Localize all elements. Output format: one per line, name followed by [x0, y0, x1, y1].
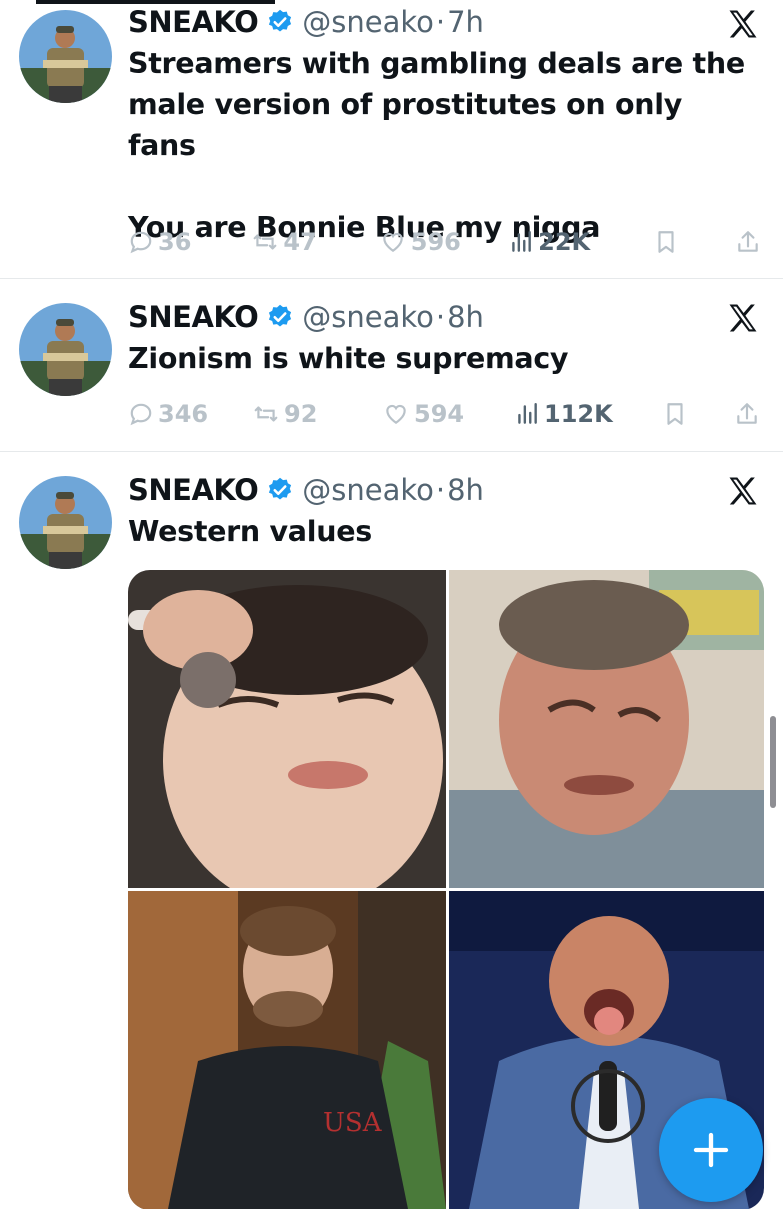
reply-icon [130, 403, 152, 426]
tweet-text-line [128, 166, 758, 207]
media-photo-1[interactable] [128, 570, 446, 888]
timestamp[interactable]: 8h [447, 300, 484, 334]
media-grid[interactable]: USA [128, 570, 764, 1210]
sweater-monogram: USA [323, 1108, 383, 1138]
media-photo-3[interactable]: USA [128, 891, 446, 1209]
separator: · [435, 300, 446, 334]
avatar[interactable] [19, 10, 112, 103]
photo-image [128, 570, 446, 888]
views-button[interactable]: 22K [508, 228, 653, 256]
reply-button[interactable]: 346 [128, 400, 252, 428]
avatar[interactable] [19, 303, 112, 396]
x-logo-icon[interactable] [725, 300, 761, 336]
verified-badge-icon [266, 303, 294, 331]
tweet-text-line: Zionism is white supremacy [128, 342, 569, 375]
tweet-header: SNEAKO @sneako · 8h [128, 470, 484, 510]
handle[interactable]: @sneako [302, 300, 434, 334]
timestamp[interactable]: 8h [447, 473, 484, 507]
timestamp[interactable]: 7h [447, 5, 484, 39]
avatar[interactable] [19, 476, 112, 569]
views-icon [512, 231, 531, 252]
views-button[interactable]: 112K [514, 400, 662, 428]
verified-badge-icon [266, 476, 294, 504]
tweet-actions: 346 92 594 112K [128, 394, 761, 434]
like-button[interactable]: 596 [379, 228, 508, 256]
tweet-text: Streamers with gambling deals are the ma… [128, 43, 758, 248]
repost-icon [254, 406, 278, 422]
tweet-2[interactable]: SNEAKO @sneako · 8h Zionism is white sup… [0, 278, 783, 452]
reply-button[interactable]: 36 [128, 228, 251, 256]
display-name[interactable]: SNEAKO [128, 5, 259, 39]
share-icon [737, 403, 757, 424]
like-icon [386, 404, 406, 424]
reply-count: 346 [158, 400, 209, 428]
repost-button[interactable]: 47 [251, 228, 378, 256]
x-logo-icon[interactable] [725, 473, 761, 509]
tweet-header: SNEAKO @sneako · 7h [128, 2, 484, 42]
handle[interactable]: @sneako [302, 473, 434, 507]
share-button[interactable] [734, 401, 760, 427]
bookmark-button[interactable] [662, 401, 734, 427]
reply-icon [130, 231, 152, 254]
photo-image [449, 570, 764, 888]
tweet-header: SNEAKO @sneako · 8h [128, 297, 484, 337]
tweet-text: Western values [128, 511, 758, 552]
tweet-1[interactable]: SNEAKO @sneako · 7h Streamers with gambl… [0, 0, 783, 279]
repost-count: 47 [283, 228, 317, 256]
handle[interactable]: @sneako [302, 5, 434, 39]
media-photo-2[interactable] [449, 570, 764, 888]
reply-count: 36 [158, 228, 192, 256]
bookmark-icon [667, 403, 683, 425]
display-name[interactable]: SNEAKO [128, 473, 259, 507]
photo-image: USA [128, 891, 446, 1209]
separator: · [435, 473, 446, 507]
tweet-actions: 36 47 596 22K [128, 222, 761, 262]
like-icon [383, 232, 403, 252]
bookmark-icon [658, 231, 674, 253]
share-icon [738, 231, 758, 252]
verified-badge-icon [266, 8, 294, 36]
share-button[interactable] [735, 229, 761, 255]
views-count: 22K [538, 228, 591, 256]
like-count: 596 [410, 228, 461, 256]
x-logo-icon[interactable] [725, 6, 761, 42]
plus-icon [693, 1132, 729, 1168]
bookmark-button[interactable] [653, 229, 735, 255]
display-name[interactable]: SNEAKO [128, 300, 259, 334]
tweet-text-line: male version of prostitutes on only fans [128, 88, 682, 162]
tweet-text-line: Streamers with gambling deals are the [128, 47, 745, 80]
views-icon [518, 403, 537, 424]
repost-button[interactable]: 92 [252, 400, 382, 428]
separator: · [435, 5, 446, 39]
repost-icon [254, 234, 277, 250]
repost-count: 92 [284, 400, 318, 428]
like-button[interactable]: 594 [382, 400, 514, 428]
scrollbar[interactable] [770, 716, 776, 808]
tweet-text-line: Western values [128, 515, 372, 548]
tweet-text: Zionism is white supremacy [128, 338, 758, 379]
compose-button[interactable] [659, 1098, 763, 1202]
views-count: 112K [544, 400, 613, 428]
like-count: 594 [414, 400, 465, 428]
